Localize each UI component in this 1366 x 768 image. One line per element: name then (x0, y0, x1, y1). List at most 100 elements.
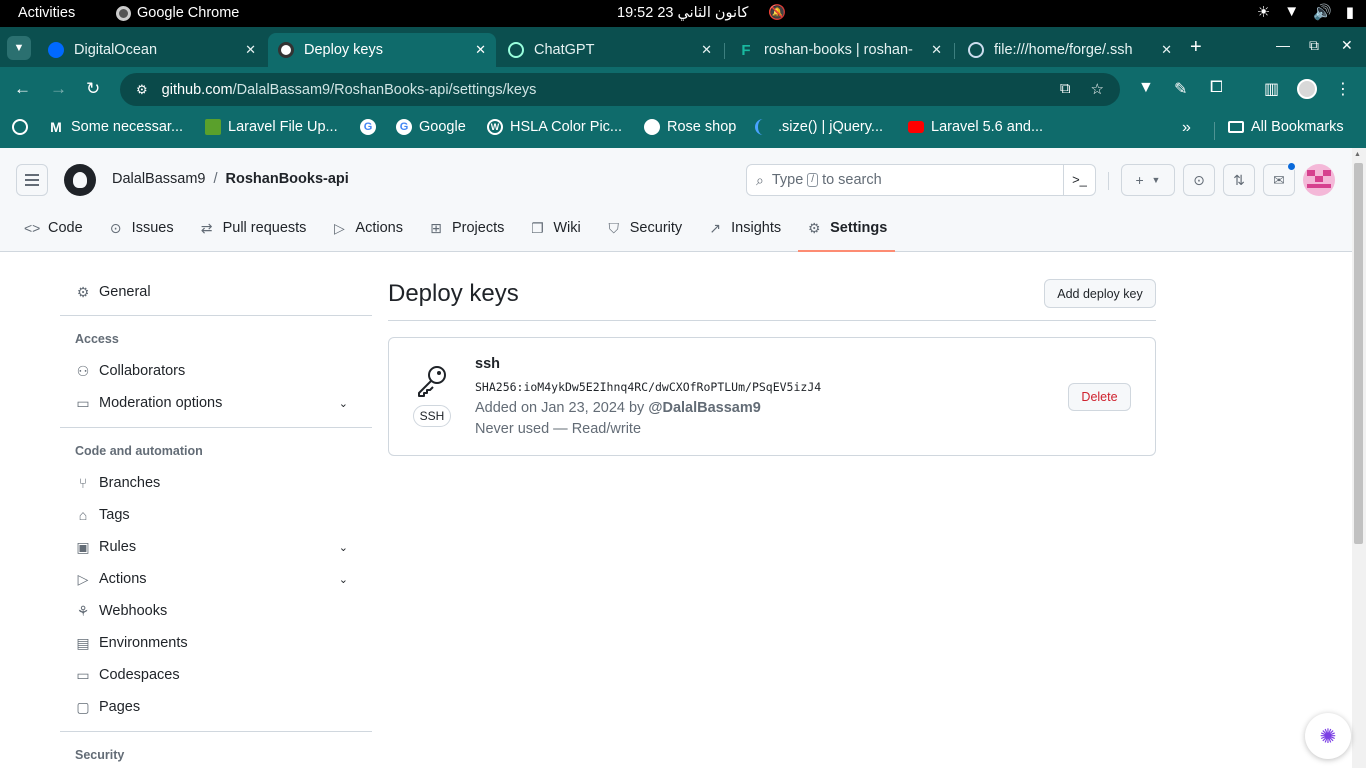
profile-avatar[interactable] (1297, 79, 1317, 99)
breadcrumb-owner[interactable]: DalalBassam9 (112, 171, 206, 187)
scrollbar-thumb[interactable] (1354, 163, 1363, 544)
close-icon[interactable]: ✕ (245, 42, 256, 58)
notifications-muted-icon[interactable]: 🔕 (768, 4, 786, 21)
github-header: DalalBassam9 / RoshanBooks-api ⌕ Type / … (0, 148, 1352, 252)
sidebar-item-webhooks[interactable]: ⚘ Webhooks (68, 595, 364, 627)
chrome-icon (116, 5, 131, 21)
hamburger-menu-icon[interactable] (16, 164, 48, 196)
triangle-down-icon: ▼ (1151, 175, 1161, 185)
delete-key-button[interactable]: Delete (1068, 383, 1131, 411)
kebab-menu-icon[interactable]: ⋮ (1335, 79, 1351, 99)
bookmark-rose-shop[interactable]: Rose shop (644, 119, 736, 135)
search-input[interactable]: ⌕ Type / to search >_ (746, 164, 1096, 196)
window-close-button[interactable]: ✕ (1341, 37, 1353, 54)
more-bookmarks-chevron-icon[interactable]: » (1182, 119, 1191, 137)
address-bar[interactable]: ⚙ github.com/DalalBassam9/RoshanBooks-ap… (120, 73, 1120, 106)
tab-title: file:///home/forge/.ssh (994, 42, 1133, 58)
tab-label: Security (629, 220, 683, 236)
tab-actions[interactable]: ▷ Actions (323, 212, 411, 244)
tab-local-file[interactable]: file:///home/forge/.ssh ✕ (958, 33, 1182, 67)
search-placeholder-tail: to search (822, 172, 882, 188)
tab-forge[interactable]: F roshan-books | roshan- ✕ (728, 33, 952, 67)
breadcrumb-repo[interactable]: RoshanBooks-api (226, 171, 349, 187)
pull-requests-button[interactable]: ⇅ (1223, 164, 1255, 196)
github-logo-icon[interactable] (64, 164, 96, 196)
chevron-down-icon: ⌄ (338, 397, 348, 410)
key-added-by-link[interactable]: @DalalBassam9 (648, 400, 760, 416)
vuejs-devtools-icon[interactable]: ▼ (1138, 79, 1154, 97)
close-icon[interactable]: ✕ (475, 42, 486, 58)
avatar[interactable] (1303, 164, 1335, 196)
sidebar-item-tags[interactable]: ⌂ Tags (68, 499, 364, 531)
tab-code[interactable]: <> Code (16, 212, 91, 244)
site-info-icon[interactable]: ⚙ (136, 82, 148, 98)
sidebar-item-moderation[interactable]: ▭ Moderation options ⌄ (68, 387, 364, 419)
tab-insights[interactable]: ↗ Insights (699, 212, 789, 244)
sidebar-item-codespaces[interactable]: ▭ Codespaces (68, 659, 364, 691)
system-tray[interactable]: ☀ ▼ 🔊 ▮ (1257, 3, 1354, 21)
close-icon[interactable]: ✕ (1161, 42, 1172, 58)
bookmark-some-necessary[interactable]: M Some necessar... (48, 119, 183, 135)
tab-label: Insights (731, 220, 782, 236)
minimize-button[interactable]: — (1276, 37, 1290, 53)
close-icon[interactable]: ✕ (931, 42, 942, 58)
sidebar-item-collaborators[interactable]: ⚇ Collaborators (68, 355, 364, 387)
tab-search-button[interactable]: ▼ (7, 36, 31, 60)
assistant-brain-icon[interactable]: ✺ (1305, 713, 1351, 759)
breadcrumb: DalalBassam9 / RoshanBooks-api (112, 171, 349, 187)
title-divider (388, 320, 1156, 321)
command-palette-icon[interactable]: >_ (1063, 165, 1095, 195)
tab-wiki[interactable]: ❐ Wiki (521, 212, 588, 244)
add-deploy-key-button[interactable]: Add deploy key (1044, 279, 1156, 308)
install-app-icon[interactable]: ⧉ (1060, 80, 1071, 98)
url-text[interactable]: github.com/DalalBassam9/RoshanBooks-api/… (162, 82, 537, 98)
tab-projects[interactable]: ⊞ Projects (420, 212, 512, 244)
tab-deploy-keys[interactable]: Deploy keys ✕ (268, 33, 496, 67)
codespaces-icon: ▭ (76, 666, 90, 683)
side-panel-icon[interactable]: ▥ (1264, 79, 1279, 99)
scroll-up-arrow-icon[interactable]: ▲ (1354, 151, 1361, 158)
tab-digitalocean[interactable]: DigitalOcean ✕ (38, 33, 266, 67)
extensions-puzzle-icon[interactable]: ⧠ (1210, 79, 1223, 97)
bookmark-star-icon[interactable]: ☆ (1091, 80, 1104, 98)
gear-icon: ⚙ (76, 283, 90, 300)
chevron-down-icon: ⌄ (338, 573, 348, 586)
sidebar-item-branches[interactable]: ⑂ Branches (68, 467, 364, 499)
activities-button[interactable]: Activities (18, 5, 75, 21)
bookmark-laravel-56[interactable]: Laravel 5.6 and... (908, 119, 1043, 135)
clock[interactable]: كانون الثاني 23 19:52 (617, 5, 748, 21)
forward-arrow-icon[interactable]: → (50, 79, 67, 99)
tab-pull-requests[interactable]: ⇄ Pull requests (191, 212, 315, 244)
tab-settings[interactable]: ⚙ Settings (798, 212, 896, 252)
new-tab-button[interactable]: + (1190, 36, 1202, 59)
tab-security[interactable]: ⛉ Security (598, 212, 690, 244)
bookmark-google-icon-only[interactable]: G (360, 119, 376, 135)
battery-icon: ▮ (1345, 4, 1354, 21)
tab-chatgpt[interactable]: ChatGPT ✕ (498, 33, 722, 67)
back-arrow-icon[interactable]: ← (14, 79, 31, 99)
sidebar-item-pages[interactable]: ▢ Pages (68, 691, 364, 723)
google-icon: G (396, 119, 412, 135)
issues-button[interactable]: ⊙ (1183, 164, 1215, 196)
all-bookmarks-folder[interactable]: All Bookmarks (1228, 119, 1344, 135)
apps-globe-icon[interactable] (12, 119, 28, 135)
bookmark-hsla-color-picker[interactable]: W HSLA Color Pic... (487, 119, 622, 135)
bookmark-google[interactable]: G Google (396, 119, 466, 135)
key-icon (418, 366, 446, 397)
maximize-button[interactable]: ⧉ (1309, 37, 1319, 54)
create-new-button[interactable]: + ▼ (1121, 164, 1175, 196)
reload-icon[interactable]: ↻ (86, 79, 100, 99)
sidebar-item-rules[interactable]: ▣ Rules ⌄ (68, 531, 364, 563)
chatgpt-icon (508, 42, 524, 58)
sidebar-item-environments[interactable]: ▤ Environments (68, 627, 364, 659)
sidebar-item-label: Moderation options (99, 395, 223, 411)
sidebar-item-actions[interactable]: ▷ Actions ⌄ (68, 563, 364, 595)
eyedropper-icon[interactable]: ✎ (1174, 79, 1187, 99)
app-menu[interactable]: Google Chrome (116, 5, 239, 21)
bookmark-laravel-file-upload[interactable]: Laravel File Up... (205, 119, 338, 135)
sidebar-item-general[interactable]: ⚙ General (68, 276, 364, 308)
gear-icon: ⚙ (807, 219, 821, 236)
close-icon[interactable]: ✕ (701, 42, 712, 58)
bookmark-jquery-size[interactable]: .size() | jQuery... (755, 119, 883, 135)
tab-issues[interactable]: ⊙ Issues (100, 212, 182, 244)
